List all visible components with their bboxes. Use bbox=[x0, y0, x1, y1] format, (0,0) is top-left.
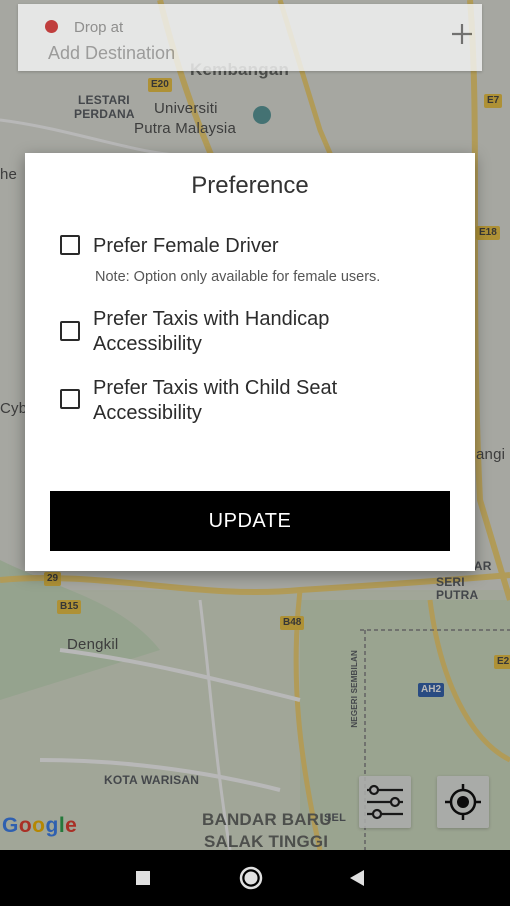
female-driver-checkbox[interactable] bbox=[60, 235, 80, 255]
child-seat-label[interactable]: Prefer Taxis with Child Seat Accessibili… bbox=[93, 376, 423, 426]
female-note: Note: Option only available for female u… bbox=[95, 269, 381, 285]
square-icon[interactable] bbox=[129, 864, 157, 892]
child-seat-checkbox[interactable] bbox=[60, 389, 80, 409]
android-nav-bar bbox=[0, 850, 510, 906]
dialog-title: Preference bbox=[191, 172, 309, 199]
drop-marker-icon bbox=[45, 20, 58, 33]
triangle-back-icon[interactable] bbox=[343, 864, 371, 892]
handicap-label[interactable]: Prefer Taxis with Handicap Accessibility bbox=[93, 307, 423, 357]
destination-card[interactable]: Drop at Add Destination bbox=[18, 4, 482, 71]
plus-icon[interactable] bbox=[448, 20, 476, 48]
handicap-checkbox[interactable] bbox=[60, 321, 80, 341]
female-driver-label[interactable]: Prefer Female Driver bbox=[93, 234, 423, 259]
destination-input[interactable]: Add Destination bbox=[48, 43, 175, 64]
update-button[interactable]: UPDATE bbox=[50, 491, 450, 551]
drop-at-caption: Drop at bbox=[74, 19, 124, 36]
preference-dialog: Preference Prefer Female Driver Note: Op… bbox=[25, 153, 475, 571]
circle-icon[interactable] bbox=[237, 864, 265, 892]
